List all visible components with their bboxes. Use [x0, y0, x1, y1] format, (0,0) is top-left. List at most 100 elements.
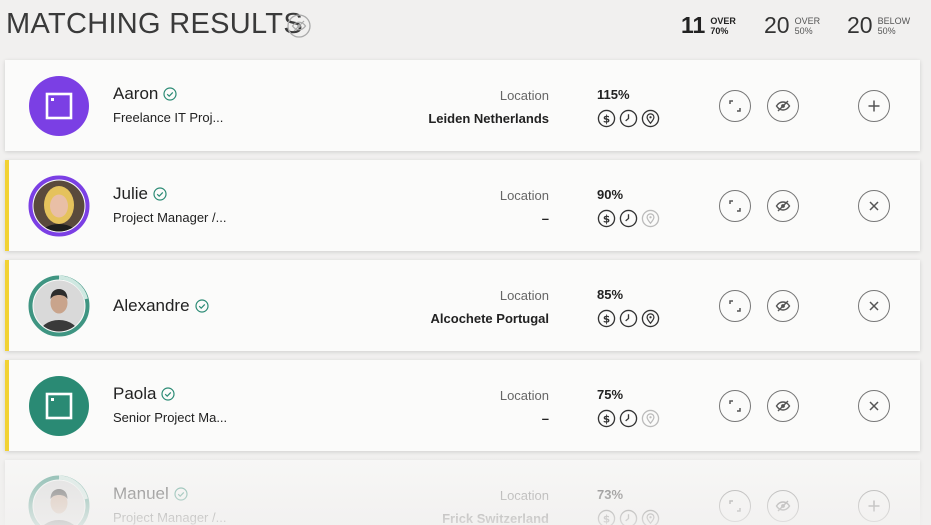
- hide-button[interactable]: [767, 190, 799, 222]
- matching-results-page: MATCHING RESULTS 11 OVER 70% 20 OVER 50%…: [0, 0, 931, 525]
- expand-button[interactable]: [719, 190, 751, 222]
- remove-icon: [869, 401, 879, 411]
- header: MATCHING RESULTS 11 OVER 70% 20 OVER 50%…: [0, 0, 931, 52]
- result-card[interactable]: Julie Project Manager /... Location – 90% $: [5, 160, 920, 251]
- add-icon: [868, 100, 880, 112]
- avatar[interactable]: [28, 75, 90, 137]
- page-title: MATCHING RESULTS: [6, 8, 303, 40]
- check-circle-icon: [194, 299, 209, 313]
- candidate-name[interactable]: Julie: [113, 184, 167, 204]
- criteria-icons: $: [597, 509, 660, 525]
- dollar-icon: $: [597, 209, 616, 228]
- hide-button[interactable]: [767, 90, 799, 122]
- result-card[interactable]: Manuel Project Manager /... Location Frick …: [5, 460, 920, 525]
- location-label: Location: [499, 288, 549, 303]
- avatar[interactable]: [28, 475, 90, 525]
- dollar-icon: $: [597, 509, 616, 525]
- clock-icon: [619, 509, 638, 525]
- hide-button[interactable]: [767, 390, 799, 422]
- match-percent: 85%: [597, 287, 624, 302]
- criteria-icons: $: [597, 309, 660, 328]
- hide-icon: [775, 200, 791, 212]
- stat-label: OVER 70%: [710, 15, 736, 36]
- location-value: Alcochete Portugal: [430, 311, 549, 326]
- hide-icon: [775, 100, 791, 112]
- map-pin-icon: [641, 209, 660, 228]
- match-percent: 75%: [597, 387, 624, 402]
- hide-button[interactable]: [767, 490, 799, 522]
- result-card[interactable]: Alexandre Location Alcochete Portugal 85% $: [5, 260, 920, 351]
- candidate-name[interactable]: Paola: [113, 384, 176, 404]
- stat-below-50[interactable]: 20 BELOW 50%: [847, 12, 910, 39]
- flag-accent: [5, 160, 9, 251]
- hide-icon: [775, 300, 791, 312]
- location-label: Location: [499, 88, 549, 103]
- candidate-name[interactable]: Manuel: [113, 484, 188, 504]
- expand-button[interactable]: [719, 290, 751, 322]
- expand-icon: [729, 500, 741, 512]
- avatar[interactable]: [28, 275, 90, 337]
- remove-button[interactable]: [858, 390, 890, 422]
- check-circle-icon: [153, 187, 167, 201]
- stat-over-50[interactable]: 20 OVER 50%: [764, 12, 820, 39]
- add-button[interactable]: [858, 90, 890, 122]
- map-pin-icon: [641, 509, 660, 525]
- candidate-name-text: Paola: [113, 384, 157, 403]
- expand-icon: [729, 400, 741, 412]
- flag-accent: [5, 260, 9, 351]
- candidate-name-text: Aaron: [113, 84, 159, 103]
- eye-off-icon[interactable]: [287, 14, 311, 38]
- location-label: Location: [499, 488, 549, 503]
- stat-over-70[interactable]: 11 OVER 70%: [681, 12, 736, 39]
- candidate-role: Senior Project Ma...: [113, 410, 228, 425]
- dollar-icon: $: [597, 409, 616, 428]
- clock-icon: [619, 109, 638, 128]
- remove-button[interactable]: [858, 290, 890, 322]
- add-icon: [868, 500, 880, 512]
- clock-icon: [619, 409, 638, 428]
- hide-icon: [775, 500, 791, 512]
- expand-icon: [729, 200, 741, 212]
- candidate-role: Project Manager /...: [113, 210, 227, 225]
- hide-button[interactable]: [767, 290, 799, 322]
- expand-button[interactable]: [719, 490, 751, 522]
- dollar-icon: $: [597, 109, 616, 128]
- match-percent: 73%: [597, 487, 624, 502]
- svg-text:$: $: [603, 113, 610, 125]
- match-percent: 115%: [597, 87, 630, 102]
- avatar-wrap: [28, 175, 90, 237]
- result-card[interactable]: Paola Senior Project Ma... Location – 75% $: [5, 360, 920, 451]
- avatar[interactable]: [28, 375, 90, 437]
- add-button[interactable]: [858, 490, 890, 522]
- avatar[interactable]: [28, 175, 90, 237]
- avatar-wrap: [28, 75, 90, 137]
- result-card[interactable]: Aaron Freelance IT Proj... Location Leiden …: [5, 60, 920, 151]
- stat-value: 11: [681, 12, 706, 38]
- candidate-name-text: Alexandre: [113, 296, 190, 315]
- candidate-name-text: Julie: [113, 184, 148, 203]
- candidate-name[interactable]: Aaron: [113, 84, 177, 104]
- location-value: –: [541, 211, 549, 226]
- clock-icon: [619, 309, 638, 328]
- remove-button[interactable]: [858, 190, 890, 222]
- stat-value: 20: [764, 12, 790, 38]
- avatar-wrap: [28, 375, 90, 437]
- location-label: Location: [499, 388, 549, 403]
- expand-button[interactable]: [719, 90, 751, 122]
- criteria-icons: $: [597, 209, 660, 228]
- flag-accent: [5, 360, 9, 451]
- expand-button[interactable]: [719, 390, 751, 422]
- candidate-name[interactable]: Alexandre: [113, 296, 209, 316]
- location-value: Frick Switzerland: [442, 511, 549, 525]
- dollar-icon: $: [597, 309, 616, 328]
- check-circle-icon: [163, 87, 177, 101]
- location-label: Location: [499, 188, 549, 203]
- stat-value: 20: [847, 12, 873, 38]
- remove-icon: [869, 201, 879, 211]
- candidate-role: Project Manager /...: [113, 510, 227, 525]
- map-pin-icon: [641, 109, 660, 128]
- expand-icon: [729, 100, 741, 112]
- candidate-name-text: Manuel: [113, 484, 169, 503]
- avatar-wrap: [28, 275, 90, 337]
- avatar-wrap: [28, 475, 90, 525]
